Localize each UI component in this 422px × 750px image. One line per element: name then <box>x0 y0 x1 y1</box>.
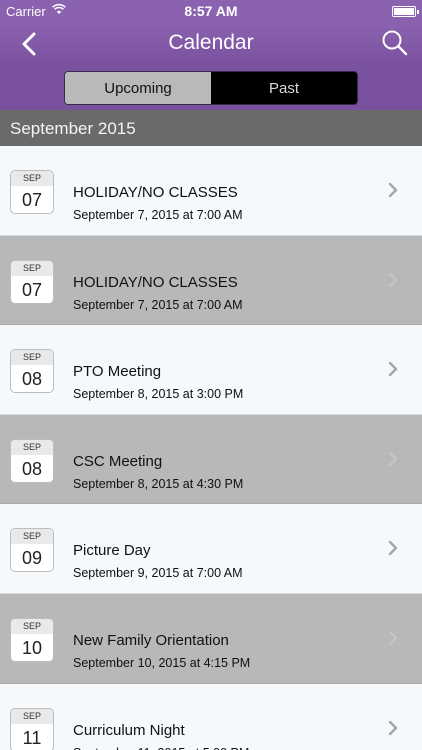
list-item[interactable]: SEP 10 New Family Orientation September 10,… <box>0 593 422 684</box>
date-day: 08 <box>21 458 43 479</box>
navigation-bar: Calendar <box>0 22 422 66</box>
date-month: SEP <box>11 708 53 724</box>
date-badge: SEP 09 <box>10 528 54 573</box>
chevron-right-icon <box>388 541 398 556</box>
date-badge: SEP 08 <box>10 438 54 483</box>
page-title: Calendar <box>168 31 254 54</box>
event-datetime: September 10, 2015 at 4:15 PM <box>73 655 251 670</box>
event-datetime: September 11, 2015 at 5:00 PM <box>73 746 249 750</box>
event-datetime: September 7, 2015 at 7:00 AM <box>73 208 243 222</box>
date-day: 08 <box>21 369 43 390</box>
chevron-right-icon <box>388 451 398 466</box>
date-month: SEP <box>11 350 53 366</box>
date-day: 09 <box>21 548 43 569</box>
list-item[interactable]: SEP 09 Picture Day September 9, 2015 at 7:0… <box>0 504 422 594</box>
date-month: SEP <box>11 260 53 276</box>
event-datetime: September 7, 2015 at 7:00 AM <box>73 297 243 312</box>
list-item[interactable]: SEP 07 HOLIDAY/NO CLASSES September 7, 2015… <box>0 235 422 326</box>
event-datetime: September 8, 2015 at 3:00 PM <box>73 387 244 402</box>
date-badge: SEP 11 <box>10 707 54 750</box>
date-month: SEP <box>11 618 53 634</box>
date-badge: SEP 07 <box>10 259 54 304</box>
event-title: New Family Orientation <box>73 631 229 649</box>
chevron-right-icon <box>388 361 398 377</box>
event-title: CSC Meeting <box>73 452 163 470</box>
chevron-right-icon <box>388 720 398 735</box>
event-title: HOLIDAY/NO CLASSES <box>73 184 238 201</box>
event-title: Picture Day <box>73 542 151 560</box>
date-month: SEP <box>11 439 53 455</box>
date-day: 10 <box>21 637 43 658</box>
event-title: HOLIDAY/NO CLASSES <box>73 273 238 291</box>
section-header: September 2015 <box>0 110 422 146</box>
chevron-right-icon <box>388 630 398 646</box>
event-title: Curriculum Night <box>73 721 185 739</box>
battery-icon <box>392 6 419 17</box>
event-title: PTO Meeting <box>73 363 162 381</box>
date-day: 07 <box>21 279 43 300</box>
segment-bar: Upcoming Past <box>0 66 422 110</box>
date-badge: SEP 07 <box>10 170 54 214</box>
event-datetime: September 8, 2015 at 4:30 PM <box>73 476 244 491</box>
segment-past[interactable]: Past <box>211 72 357 104</box>
list-item[interactable]: SEP 11 Curriculum Night September 11, 2015 … <box>0 683 422 750</box>
date-day: 07 <box>21 190 43 210</box>
date-day: 11 <box>22 727 42 748</box>
date-month: SEP <box>11 171 53 186</box>
segment-upcoming[interactable]: Upcoming <box>65 72 211 104</box>
event-list[interactable]: SEP 07 HOLIDAY/NO CLASSES September 7, 2015… <box>0 146 422 750</box>
event-datetime: September 9, 2015 at 7:00 AM <box>73 566 243 581</box>
status-bar: Carrier 8:57 AM <box>0 0 422 22</box>
search-icon[interactable] <box>380 28 410 58</box>
date-month: SEP <box>11 529 53 545</box>
chevron-right-icon <box>388 272 398 287</box>
date-badge: SEP 10 <box>10 617 54 662</box>
date-badge: SEP 08 <box>10 349 54 394</box>
chevron-right-icon <box>388 182 398 198</box>
status-time: 8:57 AM <box>184 3 238 19</box>
list-item[interactable]: SEP 07 HOLIDAY/NO CLASSES September 7, 2015… <box>0 146 422 236</box>
list-item[interactable]: SEP 08 PTO Meeting September 8, 2015 at 3:0… <box>0 325 422 415</box>
list-item[interactable]: SEP 08 CSC Meeting September 8, 2015 at 4:3… <box>0 414 422 505</box>
segmented-control: Upcoming Past <box>64 71 358 105</box>
